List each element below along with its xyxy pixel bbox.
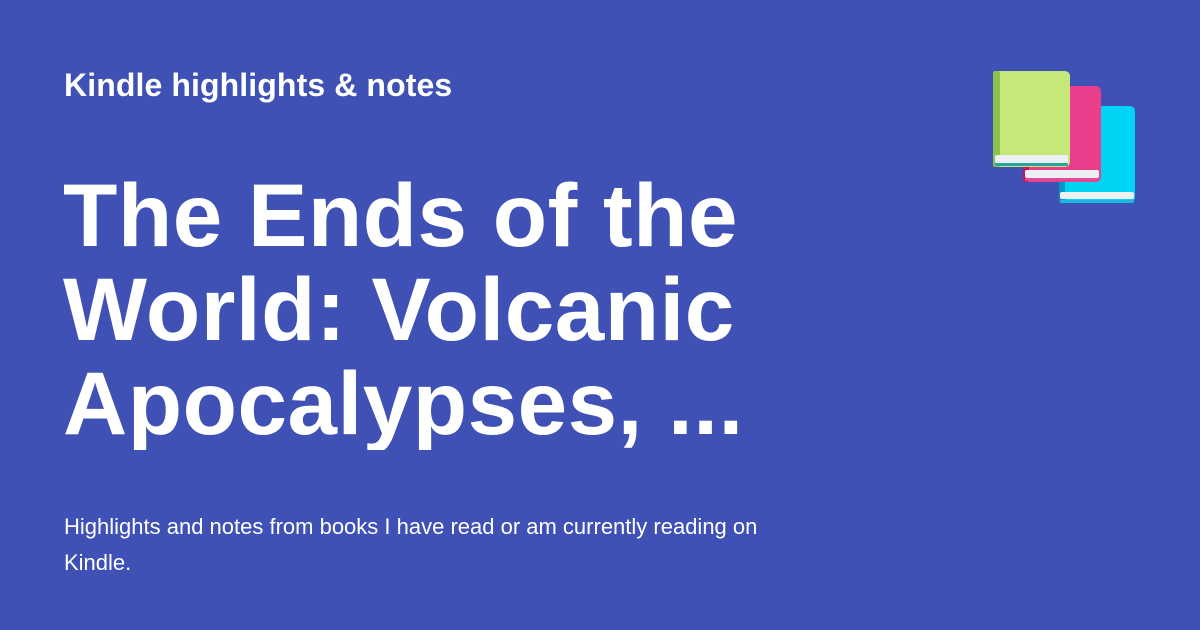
green-book-icon [993, 71, 1070, 167]
green-book-spine [993, 71, 1000, 167]
social-card: Kindle highlights & notes The Ends of th… [0, 0, 1200, 630]
book-title: The Ends of the World: Volcanic Apocalyp… [63, 168, 744, 450]
site-name: Kindle highlights & notes [64, 67, 453, 103]
cyan-book-pages [1060, 192, 1134, 199]
cyan-book-pageline [1060, 200, 1134, 203]
page-description: Highlights and notes from books I have r… [64, 514, 758, 575]
pink-book-pageline [1025, 178, 1099, 181]
green-book-pageline [995, 163, 1068, 166]
pink-book-pages [1025, 170, 1099, 178]
green-book-pages [995, 155, 1068, 163]
green-book-cover [993, 71, 1070, 167]
books-icon [993, 71, 1135, 203]
